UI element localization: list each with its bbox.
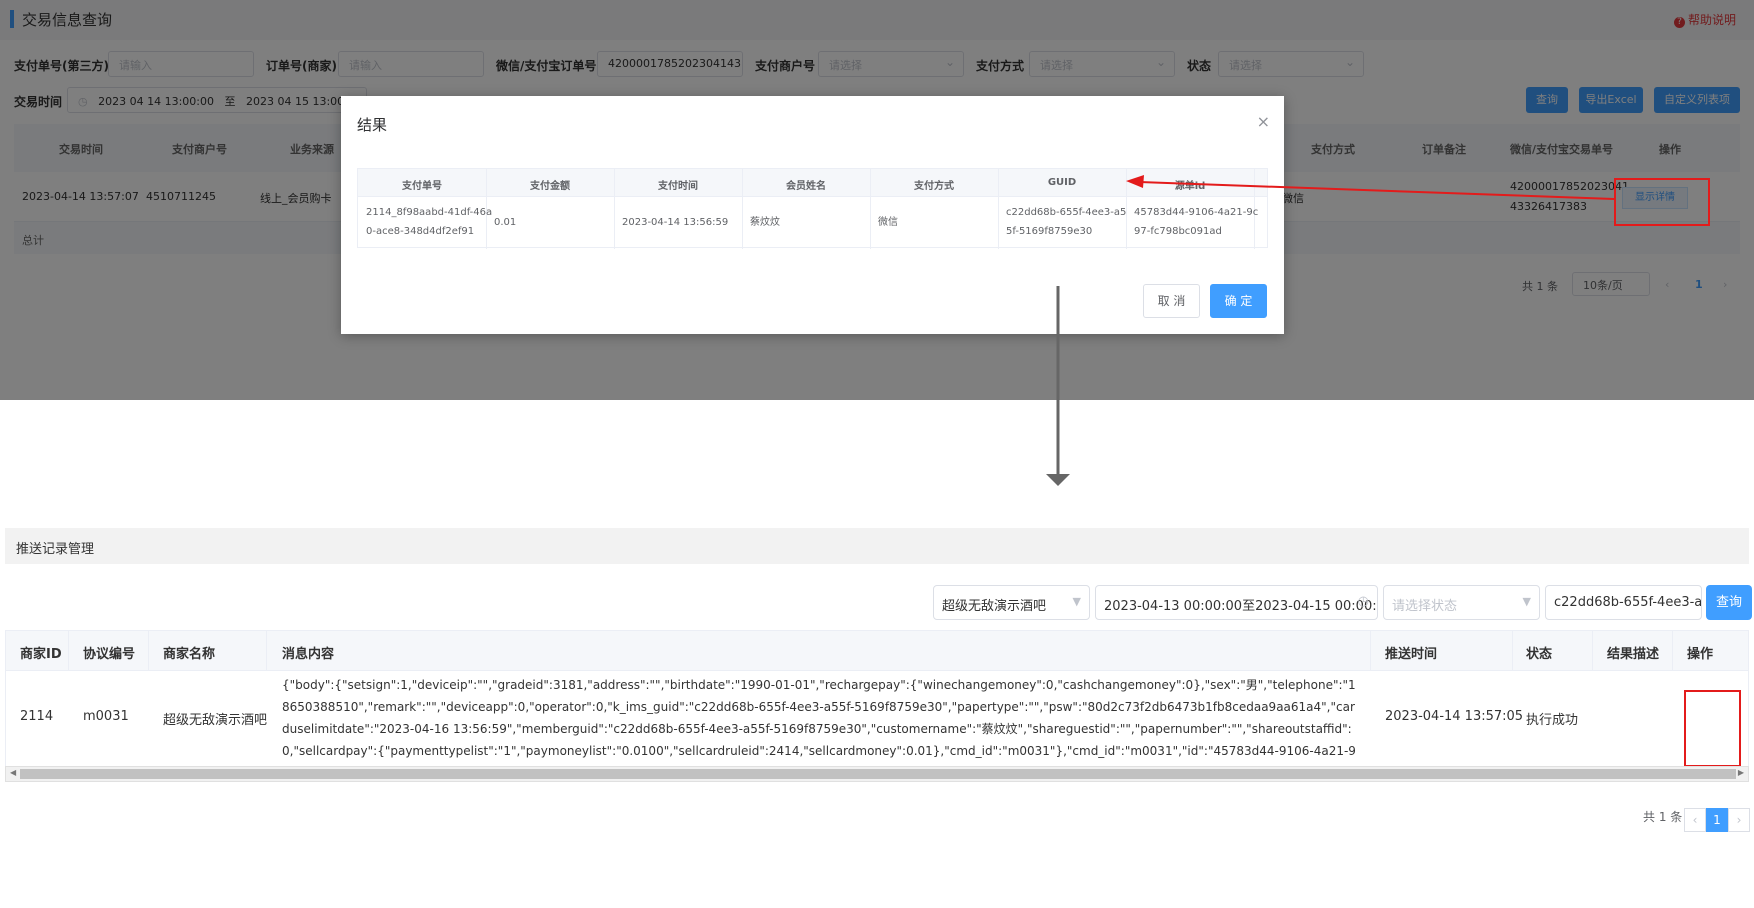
caret-down-icon: ▼ [1072,595,1081,608]
search-button[interactable]: 查询 [1706,585,1752,620]
down-arrow-head [1046,474,1070,486]
status-select-bottom-placeholder: 请选择状态 [1392,599,1458,614]
col-push-time: 推送时间 [1385,647,1438,662]
scroll-right-icon[interactable]: ▶ [1738,768,1744,777]
highlight-box-action [1684,690,1741,767]
status-select-bottom[interactable]: 请选择状态 ▼ [1383,585,1540,620]
caret-down-icon: ▼ [1522,595,1531,608]
date-range-input[interactable]: 2023-04-13 00:00:00至2023-04-15 00:00:00 … [1095,585,1378,620]
store-select[interactable]: 超级无敌演示酒吧 ▼ [933,585,1090,620]
store-select-value: 超级无敌演示酒吧 [942,599,1047,614]
red-arrow-line [1139,181,1615,200]
page-1-button[interactable]: 1 [1706,808,1728,832]
col-action: 操作 [1687,647,1714,662]
col-message: 消息内容 [282,647,335,662]
cell-status: 执行成功 [1526,713,1579,728]
keyword-input[interactable]: c22dd68b-655f-4ee3-a55f- [1545,585,1702,620]
col-merchant-name: 商家名称 [163,647,216,662]
col-status: 状态 [1526,647,1553,662]
scrollbar-thumb[interactable] [20,769,1736,779]
section-header: 推送记录管理 [5,528,1749,564]
pager-total: 共 1 条 [1643,810,1683,824]
section-title: 推送记录管理 [16,542,95,557]
cell-merchant-name: 超级无敌演示酒吧 [163,713,268,728]
table-row: 2114 m0031 超级无敌演示酒吧 {"body":{"setsign":1… [5,671,1749,780]
date-range-value: 2023-04-13 00:00:00至2023-04-15 00:00:00 [1104,599,1378,614]
cell-protocol: m0031 [83,709,129,724]
col-merchant-id: 商家ID [20,647,62,662]
next-page-button[interactable]: › [1728,808,1750,832]
red-arrow-head [1126,175,1144,188]
horizontal-scrollbar[interactable]: ◀ ▶ [5,766,1749,782]
cell-merchant-id: 2114 [20,709,54,724]
clock-icon: ◷ [1357,594,1369,609]
col-result: 结果描述 [1607,647,1660,662]
col-protocol: 协议编号 [83,647,136,662]
scroll-left-icon[interactable]: ◀ [10,768,16,777]
cell-push-time: 2023-04-14 13:57:05 [1385,709,1524,724]
prev-page-button[interactable]: ‹ [1684,808,1706,832]
